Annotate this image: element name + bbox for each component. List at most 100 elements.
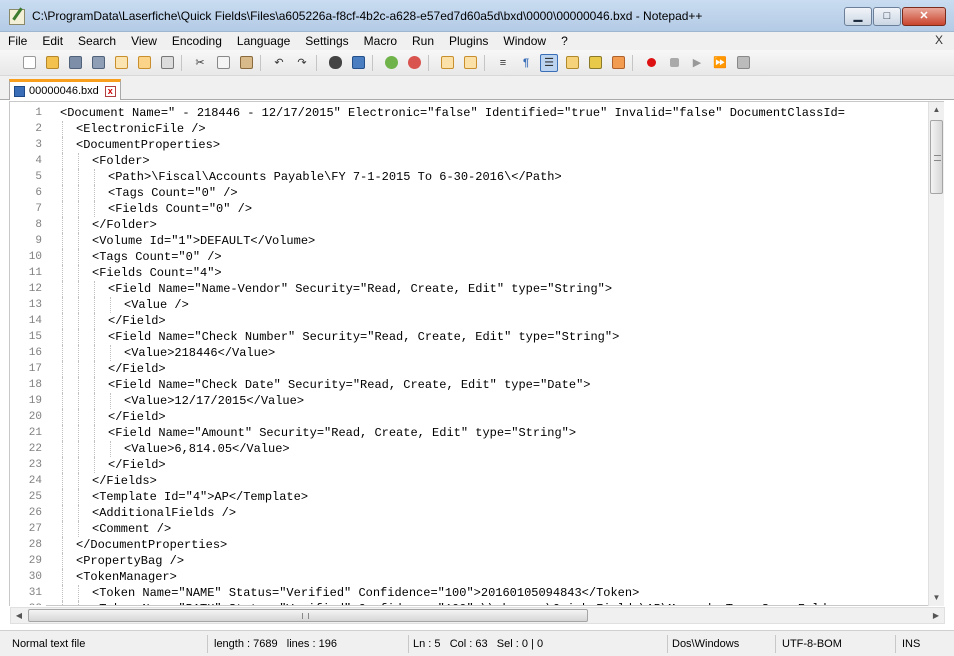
code-line[interactable]: 17 </Field> [10, 361, 928, 377]
horizontal-scroll-thumb[interactable] [28, 609, 588, 622]
save-icon[interactable] [66, 54, 84, 72]
code-line[interactable]: 22 <Value>6,814.05</Value> [10, 441, 928, 457]
line-text[interactable]: <Fields Count="4"> [92, 265, 222, 281]
line-text[interactable]: <Document Name=" - 218446 - 12/17/2015" … [60, 105, 845, 121]
code-line[interactable]: 11 <Fields Count="4"> [10, 265, 928, 281]
line-text[interactable]: <Field Name="Name-Vendor" Security="Read… [108, 281, 612, 297]
line-text[interactable]: </Folder> [92, 217, 157, 233]
stop-macro-icon[interactable] [665, 54, 683, 72]
zoom-out-icon[interactable] [405, 54, 423, 72]
copy-icon[interactable] [214, 54, 232, 72]
code-line[interactable]: 26 <AdditionalFields /> [10, 505, 928, 521]
code-line[interactable]: 29 <PropertyBag /> [10, 553, 928, 569]
line-text[interactable]: <AdditionalFields /> [92, 505, 236, 521]
code-line[interactable]: 7 <Fields Count="0" /> [10, 201, 928, 217]
code-line[interactable]: 1 <Document Name=" - 218446 - 12/17/2015"… [10, 105, 928, 121]
menu-settings[interactable]: Settings [297, 34, 355, 48]
menu-macro[interactable]: Macro [356, 34, 404, 48]
scroll-left-arrow[interactable]: ◀ [11, 608, 27, 623]
code-line[interactable]: 18 <Field Name="Check Date" Security="Rea… [10, 377, 928, 393]
line-text[interactable]: <Value>6,814.05</Value> [124, 441, 290, 457]
new-file-icon[interactable] [20, 54, 38, 72]
indent-guide-icon[interactable]: ☰ [540, 53, 558, 72]
scroll-down-arrow[interactable]: ▼ [929, 590, 944, 606]
tab-close-icon[interactable]: x [104, 85, 116, 97]
notepadpp-app-icon[interactable] [9, 9, 25, 25]
code-line[interactable]: 32 <Token Name="PATH" Status="Verified" C… [10, 601, 928, 605]
text-editor[interactable]: 1 <Document Name=" - 218446 - 12/17/2015"… [9, 101, 944, 606]
scroll-right-arrow[interactable]: ▶ [928, 608, 944, 623]
doc-map-icon[interactable] [586, 54, 604, 72]
scroll-up-arrow[interactable]: ▲ [929, 102, 944, 118]
code-line[interactable]: 16 <Value>218446</Value> [10, 345, 928, 361]
line-text[interactable]: <ElectronicFile /> [76, 121, 206, 137]
menu-search[interactable]: Search [70, 34, 123, 48]
word-wrap-icon[interactable]: ≡ [494, 54, 512, 72]
play-macro-icon[interactable]: ▶ [688, 54, 706, 72]
line-text[interactable]: <PropertyBag /> [76, 553, 184, 569]
code-line[interactable]: 31 <Token Name="NAME" Status="Verified" C… [10, 585, 928, 601]
line-text[interactable]: <Fields Count="0" /> [108, 201, 252, 217]
code-line[interactable]: 2 <ElectronicFile /> [10, 121, 928, 137]
code-line[interactable]: 14 </Field> [10, 313, 928, 329]
code-line[interactable]: 3 <DocumentProperties> [10, 137, 928, 153]
code-line[interactable]: 27 <Comment /> [10, 521, 928, 537]
record-macro-icon[interactable] [642, 54, 660, 72]
show-all-chars-icon[interactable]: ¶ [517, 54, 535, 72]
udl-icon[interactable] [563, 54, 581, 72]
sync-vertical-icon[interactable] [438, 54, 456, 72]
code-line[interactable]: 10 <Tags Count="0" /> [10, 249, 928, 265]
menu-view[interactable]: View [123, 34, 164, 48]
code-area[interactable]: 1 <Document Name=" - 218446 - 12/17/2015"… [10, 105, 928, 605]
open-file-icon[interactable] [43, 54, 61, 72]
sync-horizontal-icon[interactable] [461, 54, 479, 72]
close-icon[interactable] [112, 54, 130, 72]
code-line[interactable]: 13 <Value /> [10, 297, 928, 313]
code-line[interactable]: 9 <Volume Id="1">DEFAULT</Volume> [10, 233, 928, 249]
line-text[interactable]: <Value /> [124, 297, 189, 313]
line-text[interactable]: <Template Id="4">AP</Template> [92, 489, 308, 505]
line-text[interactable]: </DocumentProperties> [76, 537, 227, 553]
line-text[interactable]: <Value>12/17/2015</Value> [124, 393, 304, 409]
line-text[interactable]: <Token Name="PATH" Status="Verified" Con… [92, 601, 841, 605]
line-text[interactable]: <Tags Count="0" /> [92, 249, 222, 265]
line-text[interactable]: <Field Name="Amount" Security="Read, Cre… [108, 425, 576, 441]
code-line[interactable]: 8 </Folder> [10, 217, 928, 233]
line-text[interactable]: </Field> [108, 409, 166, 425]
menu-encoding[interactable]: Encoding [164, 34, 229, 48]
find-icon[interactable] [326, 54, 344, 72]
code-line[interactable]: 28 </DocumentProperties> [10, 537, 928, 553]
line-text[interactable]: </Field> [108, 457, 166, 473]
line-text[interactable]: <Field Name="Check Date" Security="Read,… [108, 377, 590, 393]
code-line[interactable]: 21 <Field Name="Amount" Security="Read, C… [10, 425, 928, 441]
line-text[interactable]: <TokenManager> [76, 569, 177, 585]
code-line[interactable]: 20 </Field> [10, 409, 928, 425]
line-text[interactable]: <Path>\Fiscal\Accounts Payable\FY 7-1-20… [108, 169, 562, 185]
code-line[interactable]: 15 <Field Name="Check Number" Security="R… [10, 329, 928, 345]
print-icon[interactable] [158, 54, 176, 72]
line-text[interactable]: <Value>218446</Value> [124, 345, 275, 361]
run-macro-multiple-icon[interactable]: ⏩ [711, 54, 729, 72]
menu-plugins[interactable]: Plugins [441, 34, 495, 48]
close-document-button[interactable]: X [935, 33, 943, 47]
line-text[interactable]: <DocumentProperties> [76, 137, 220, 153]
code-line[interactable]: 30 <TokenManager> [10, 569, 928, 585]
vertical-scroll-thumb[interactable] [930, 120, 943, 194]
line-text[interactable]: <Field Name="Check Number" Security="Rea… [108, 329, 619, 345]
horizontal-scrollbar[interactable]: ◀ ▶ [10, 607, 945, 624]
paste-icon[interactable] [237, 54, 255, 72]
vertical-scrollbar[interactable]: ▲ ▼ [928, 102, 944, 606]
code-line[interactable]: 4 <Folder> [10, 153, 928, 169]
menu-edit[interactable]: Edit [34, 34, 70, 48]
close-all-icon[interactable] [135, 54, 153, 72]
save-all-icon[interactable] [89, 54, 107, 72]
cut-icon[interactable]: ✂ [191, 54, 209, 72]
code-line[interactable]: 5 <Path>\Fiscal\Accounts Payable\FY 7-1-2… [10, 169, 928, 185]
replace-icon[interactable] [349, 54, 367, 72]
menu-run[interactable]: Run [404, 34, 441, 48]
code-line[interactable]: 23 </Field> [10, 457, 928, 473]
function-list-icon[interactable] [609, 54, 627, 72]
undo-icon[interactable]: ↶ [270, 54, 288, 72]
line-text[interactable]: <Token Name="NAME" Status="Verified" Con… [92, 585, 639, 601]
code-line[interactable]: 19 <Value>12/17/2015</Value> [10, 393, 928, 409]
